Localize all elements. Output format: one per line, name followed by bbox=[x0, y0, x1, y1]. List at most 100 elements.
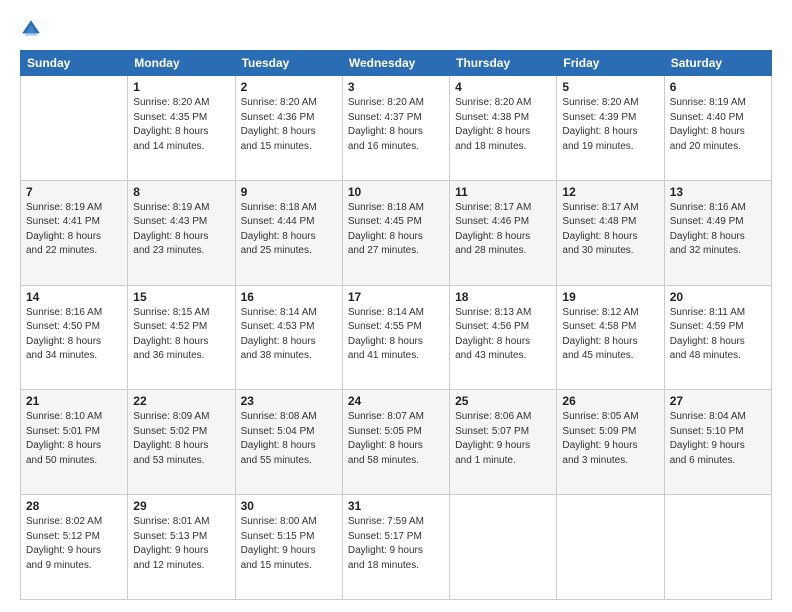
calendar-cell: 12Sunrise: 8:17 AM Sunset: 4:48 PM Dayli… bbox=[557, 180, 664, 285]
day-info: Sunrise: 8:18 AM Sunset: 4:44 PM Dayligh… bbox=[241, 201, 337, 259]
calendar-cell: 9 Sunrise: 8:18 AM Sunset: 4:44 PM Daylig… bbox=[235, 180, 342, 285]
calendar-cell: 3 Sunrise: 8:20 AM Sunset: 4:37 PM Daylig… bbox=[342, 76, 449, 181]
day-number: 14 bbox=[26, 290, 122, 304]
day-info: Sunrise: 8:07 AM Sunset: 5:05 PM Dayligh… bbox=[348, 410, 444, 468]
day-number: 11 bbox=[455, 185, 551, 199]
calendar-cell: 4Sunrise: 8:20 AM Sunset: 4:38 PM Daylig… bbox=[450, 76, 557, 181]
calendar-cell: 31 Sunrise: 7:59 AM Sunset: 5:17 PM Dayli… bbox=[342, 495, 449, 600]
weekday-header-saturday: Saturday bbox=[664, 51, 771, 76]
calendar-cell: 17 Sunrise: 8:14 AM Sunset: 4:55 PM Dayli… bbox=[342, 285, 449, 390]
weekday-header-thursday: Thursday bbox=[450, 51, 557, 76]
day-number: 26 bbox=[562, 394, 658, 408]
day-number: 23 bbox=[241, 394, 337, 408]
day-info: Sunrise: 8:00 AM Sunset: 5:15 PM Dayligh… bbox=[241, 515, 337, 573]
day-info: Sunrise: 8:06 AM Sunset: 5:07 PM Dayligh… bbox=[455, 410, 551, 468]
day-number: 22 bbox=[133, 394, 229, 408]
calendar-cell: 11 Sunrise: 8:17 AM Sunset: 4:46 PM Dayli… bbox=[450, 180, 557, 285]
day-info: Sunrise: 8:11 AM Sunset: 4:59 PM Dayligh… bbox=[670, 306, 766, 364]
day-number: 13 bbox=[670, 185, 766, 199]
calendar-cell: 13 Sunrise: 8:16 AM Sunset: 4:49 PM Dayli… bbox=[664, 180, 771, 285]
calendar-cell: 2 Sunrise: 8:20 AM Sunset: 4:36 PM Daylig… bbox=[235, 76, 342, 181]
day-info: Sunrise: 8:10 AM Sunset: 5:01 PM Dayligh… bbox=[26, 410, 122, 468]
day-info: Sunrise: 8:19 AM Sunset: 4:40 PM Dayligh… bbox=[670, 96, 766, 154]
day-info: Sunrise: 8:14 AM Sunset: 4:55 PM Dayligh… bbox=[348, 306, 444, 364]
calendar-cell bbox=[450, 495, 557, 600]
day-number: 27 bbox=[670, 394, 766, 408]
day-info: Sunrise: 8:04 AM Sunset: 5:10 PM Dayligh… bbox=[670, 410, 766, 468]
calendar-cell: 5 Sunrise: 8:20 AM Sunset: 4:39 PM Daylig… bbox=[557, 76, 664, 181]
calendar-cell: 22 Sunrise: 8:09 AM Sunset: 5:02 PM Dayli… bbox=[128, 390, 235, 495]
day-number: 2 bbox=[241, 80, 337, 94]
calendar-cell: 7 Sunrise: 8:19 AM Sunset: 4:41 PM Daylig… bbox=[21, 180, 128, 285]
calendar-cell bbox=[21, 76, 128, 181]
day-number: 30 bbox=[241, 499, 337, 513]
day-number: 10 bbox=[348, 185, 444, 199]
day-info: Sunrise: 8:20 AM Sunset: 4:36 PM Dayligh… bbox=[241, 96, 337, 154]
day-info: Sunrise: 8:16 AM Sunset: 4:49 PM Dayligh… bbox=[670, 201, 766, 259]
calendar-week-row: 21Sunrise: 8:10 AM Sunset: 5:01 PM Dayli… bbox=[21, 390, 772, 495]
day-number: 25 bbox=[455, 394, 551, 408]
day-number: 15 bbox=[133, 290, 229, 304]
logo bbox=[20, 18, 46, 40]
day-info: Sunrise: 8:09 AM Sunset: 5:02 PM Dayligh… bbox=[133, 410, 229, 468]
day-number: 24 bbox=[348, 394, 444, 408]
day-info: Sunrise: 8:05 AM Sunset: 5:09 PM Dayligh… bbox=[562, 410, 658, 468]
day-number: 19 bbox=[562, 290, 658, 304]
calendar-cell: 23 Sunrise: 8:08 AM Sunset: 5:04 PM Dayli… bbox=[235, 390, 342, 495]
weekday-header-row: SundayMondayTuesdayWednesdayThursdayFrid… bbox=[21, 51, 772, 76]
day-info: Sunrise: 8:20 AM Sunset: 4:39 PM Dayligh… bbox=[562, 96, 658, 154]
day-info: Sunrise: 8:17 AM Sunset: 4:46 PM Dayligh… bbox=[455, 201, 551, 259]
day-info: Sunrise: 8:15 AM Sunset: 4:52 PM Dayligh… bbox=[133, 306, 229, 364]
calendar-table: SundayMondayTuesdayWednesdayThursdayFrid… bbox=[20, 50, 772, 600]
calendar-cell: 30 Sunrise: 8:00 AM Sunset: 5:15 PM Dayli… bbox=[235, 495, 342, 600]
logo-icon bbox=[20, 18, 42, 40]
day-info: Sunrise: 8:19 AM Sunset: 4:43 PM Dayligh… bbox=[133, 201, 229, 259]
calendar-cell: 16 Sunrise: 8:14 AM Sunset: 4:53 PM Dayli… bbox=[235, 285, 342, 390]
weekday-header-monday: Monday bbox=[128, 51, 235, 76]
weekday-header-tuesday: Tuesday bbox=[235, 51, 342, 76]
weekday-header-sunday: Sunday bbox=[21, 51, 128, 76]
day-info: Sunrise: 8:17 AM Sunset: 4:48 PM Dayligh… bbox=[562, 201, 658, 259]
day-number: 7 bbox=[26, 185, 122, 199]
calendar-cell bbox=[557, 495, 664, 600]
calendar-cell: 10 Sunrise: 8:18 AM Sunset: 4:45 PM Dayli… bbox=[342, 180, 449, 285]
day-number: 29 bbox=[133, 499, 229, 513]
day-info: Sunrise: 8:20 AM Sunset: 4:35 PM Dayligh… bbox=[133, 96, 229, 154]
calendar-page: SundayMondayTuesdayWednesdayThursdayFrid… bbox=[0, 0, 792, 612]
day-number: 20 bbox=[670, 290, 766, 304]
calendar-cell: 15 Sunrise: 8:15 AM Sunset: 4:52 PM Dayli… bbox=[128, 285, 235, 390]
day-info: Sunrise: 8:08 AM Sunset: 5:04 PM Dayligh… bbox=[241, 410, 337, 468]
day-number: 31 bbox=[348, 499, 444, 513]
calendar-cell: 18 Sunrise: 8:13 AM Sunset: 4:56 PM Dayli… bbox=[450, 285, 557, 390]
day-number: 5 bbox=[562, 80, 658, 94]
calendar-week-row: 14Sunrise: 8:16 AM Sunset: 4:50 PM Dayli… bbox=[21, 285, 772, 390]
calendar-cell: 20 Sunrise: 8:11 AM Sunset: 4:59 PM Dayli… bbox=[664, 285, 771, 390]
day-number: 6 bbox=[670, 80, 766, 94]
day-info: Sunrise: 8:13 AM Sunset: 4:56 PM Dayligh… bbox=[455, 306, 551, 364]
calendar-cell: 25 Sunrise: 8:06 AM Sunset: 5:07 PM Dayli… bbox=[450, 390, 557, 495]
day-info: Sunrise: 7:59 AM Sunset: 5:17 PM Dayligh… bbox=[348, 515, 444, 573]
calendar-cell: 14Sunrise: 8:16 AM Sunset: 4:50 PM Dayli… bbox=[21, 285, 128, 390]
calendar-cell: 19 Sunrise: 8:12 AM Sunset: 4:58 PM Dayli… bbox=[557, 285, 664, 390]
calendar-week-row: 1Sunrise: 8:20 AM Sunset: 4:35 PM Daylig… bbox=[21, 76, 772, 181]
day-info: Sunrise: 8:02 AM Sunset: 5:12 PM Dayligh… bbox=[26, 515, 122, 573]
day-number: 18 bbox=[455, 290, 551, 304]
calendar-cell: 27 Sunrise: 8:04 AM Sunset: 5:10 PM Dayli… bbox=[664, 390, 771, 495]
weekday-header-wednesday: Wednesday bbox=[342, 51, 449, 76]
day-number: 17 bbox=[348, 290, 444, 304]
calendar-cell: 28Sunrise: 8:02 AM Sunset: 5:12 PM Dayli… bbox=[21, 495, 128, 600]
header bbox=[20, 18, 772, 40]
calendar-cell: 24 Sunrise: 8:07 AM Sunset: 5:05 PM Dayli… bbox=[342, 390, 449, 495]
day-number: 4 bbox=[455, 80, 551, 94]
day-info: Sunrise: 8:18 AM Sunset: 4:45 PM Dayligh… bbox=[348, 201, 444, 259]
day-number: 16 bbox=[241, 290, 337, 304]
day-number: 9 bbox=[241, 185, 337, 199]
calendar-cell: 6 Sunrise: 8:19 AM Sunset: 4:40 PM Daylig… bbox=[664, 76, 771, 181]
day-number: 3 bbox=[348, 80, 444, 94]
day-info: Sunrise: 8:12 AM Sunset: 4:58 PM Dayligh… bbox=[562, 306, 658, 364]
day-number: 8 bbox=[133, 185, 229, 199]
day-info: Sunrise: 8:14 AM Sunset: 4:53 PM Dayligh… bbox=[241, 306, 337, 364]
day-info: Sunrise: 8:19 AM Sunset: 4:41 PM Dayligh… bbox=[26, 201, 122, 259]
calendar-cell: 29Sunrise: 8:01 AM Sunset: 5:13 PM Dayli… bbox=[128, 495, 235, 600]
day-info: Sunrise: 8:20 AM Sunset: 4:37 PM Dayligh… bbox=[348, 96, 444, 154]
